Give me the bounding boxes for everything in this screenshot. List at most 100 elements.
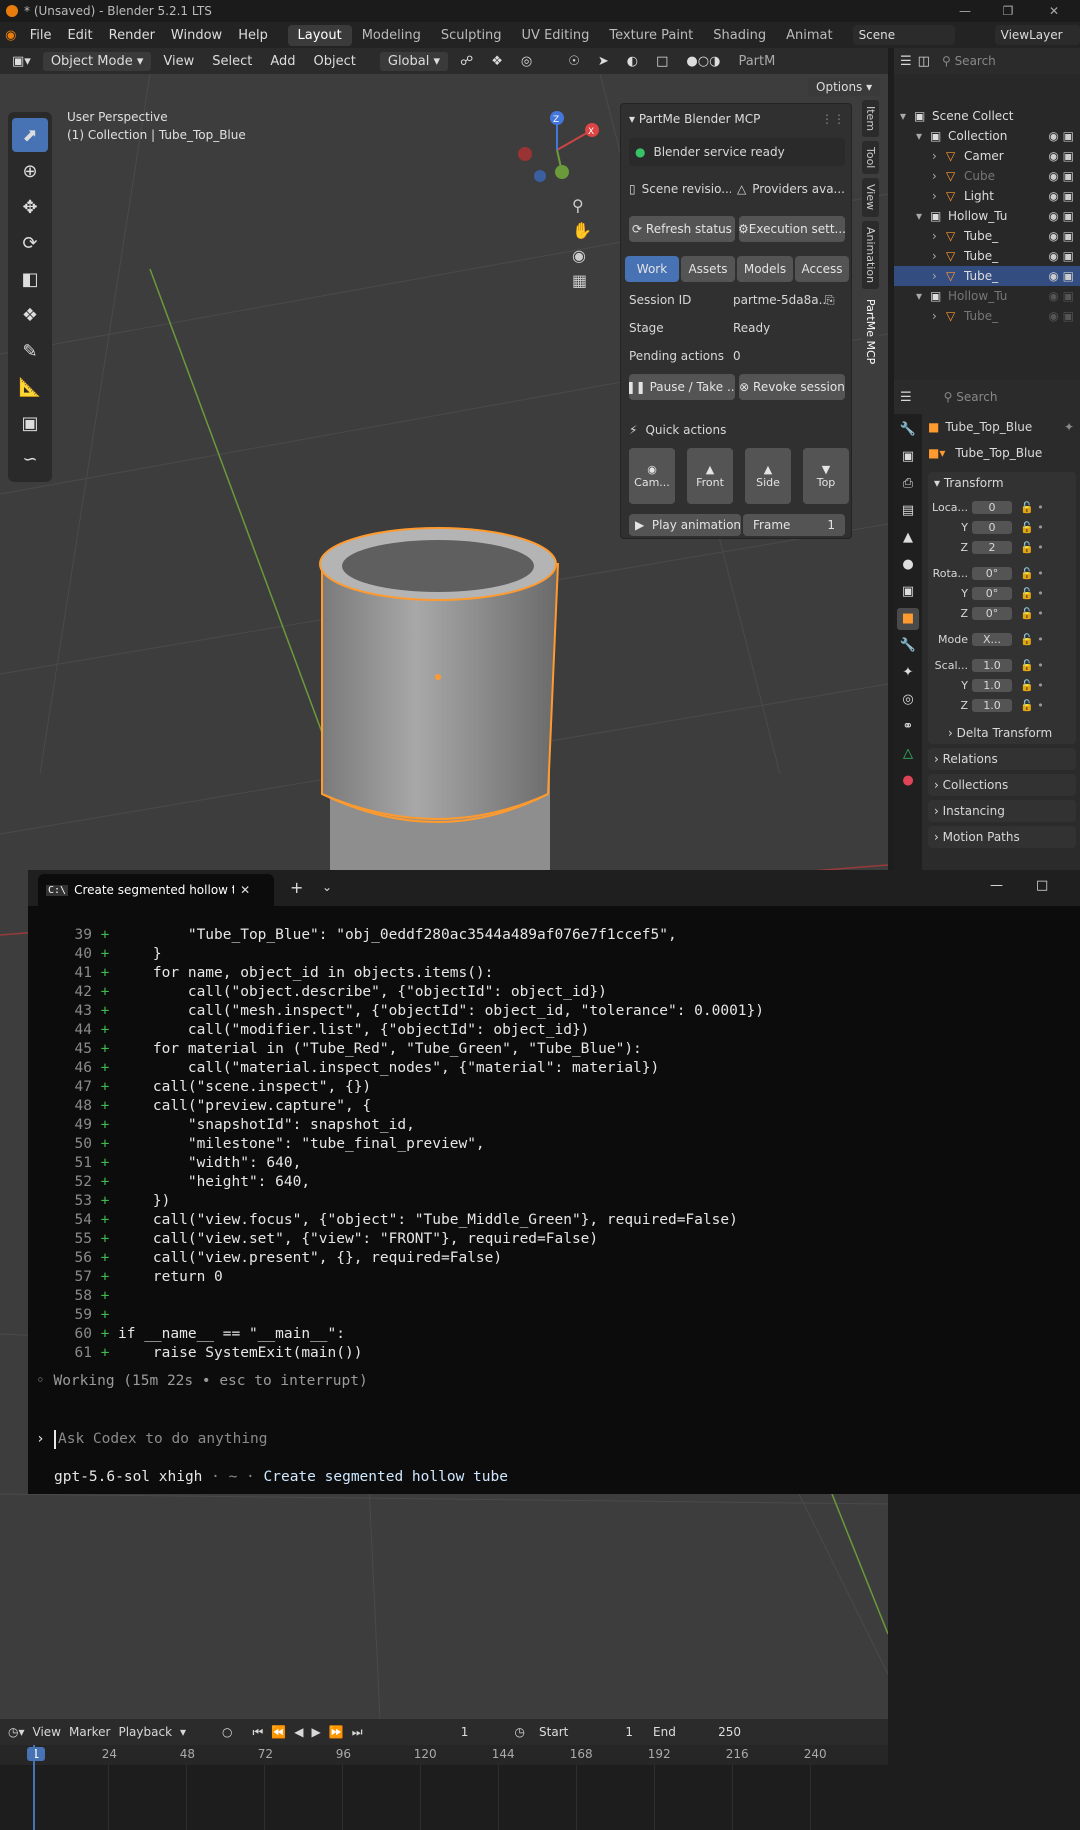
new-tab-icon[interactable]: + <box>290 878 303 897</box>
rotate-tool-icon[interactable]: ⟳ <box>12 226 48 260</box>
expand-arrow-icon[interactable]: › <box>932 169 946 183</box>
expand-arrow-icon[interactable]: › <box>932 149 946 163</box>
modifier-props-icon[interactable]: 🔧 <box>897 635 919 657</box>
transform-value-field[interactable]: 1.0 <box>972 658 1012 672</box>
lock-icon[interactable]: 🔓 • <box>1020 679 1044 692</box>
close-icon[interactable]: ✕ <box>1034 0 1074 22</box>
workspace-tab-layout[interactable]: Layout <box>287 24 352 46</box>
blender-menu-icon[interactable]: ◉ <box>0 28 22 43</box>
terminal-tab-title[interactable]: Create segmented hollow t <box>74 883 234 897</box>
restore-icon[interactable]: ❐ <box>988 0 1028 22</box>
shading-solid-icon[interactable]: ●○◑ <box>680 52 726 71</box>
tab-dropdown-icon[interactable]: ⌄ <box>322 880 332 894</box>
expand-arrow-icon[interactable]: › <box>932 269 946 283</box>
tab-work[interactable]: Work <box>625 256 679 282</box>
constraints-props-icon[interactable]: ⚭ <box>897 716 919 738</box>
object-menu[interactable]: Object <box>308 52 362 71</box>
camera-view-button[interactable]: ◉ Cam... <box>629 448 675 504</box>
pivot-icon[interactable]: ☍ <box>454 52 479 71</box>
properties-section-header[interactable]: › Relations <box>928 748 1076 770</box>
current-frame-field[interactable]: 1 <box>426 1722 503 1742</box>
outliner-row[interactable]: › ▽ Camer ◉ ▣ <box>894 146 1080 166</box>
tool-props-icon[interactable]: 🔧 <box>897 419 919 441</box>
transform-value-field[interactable]: 0 <box>972 500 1012 514</box>
outliner-row[interactable]: ▾ ▣ Collection ◉ ▣ <box>894 126 1080 146</box>
lock-icon[interactable]: 🔓 • <box>1020 541 1044 554</box>
menu-edit[interactable]: Edit <box>59 28 100 43</box>
lock-icon[interactable]: 🔓 • <box>1020 501 1044 514</box>
overlay-toggle-icon[interactable]: ◐ <box>621 52 644 71</box>
menu-help[interactable]: Help <box>230 28 276 43</box>
measure-tool-icon[interactable]: 📐 <box>12 370 48 404</box>
terminal-tab-close-icon[interactable]: ✕ <box>240 883 250 897</box>
terminal-maximize-icon[interactable]: □ <box>1036 878 1048 893</box>
tab-partme-mcp[interactable]: PartMe MCP <box>862 292 879 370</box>
visibility-eye-icon[interactable]: ◉ ▣ <box>1048 189 1074 203</box>
zoom-icon[interactable]: ⚲ <box>572 196 592 215</box>
select-box-tool-icon[interactable]: ⬈ <box>12 118 48 152</box>
object-name-field[interactable]: Tube_Top_Blue <box>949 443 1072 463</box>
scale-tool-icon[interactable]: ◧ <box>12 262 48 296</box>
navigation-gizmo[interactable]: X Z <box>512 110 602 190</box>
workspace-tab-animation[interactable]: Animat <box>776 25 842 46</box>
timeline-playback-menu[interactable]: Playback <box>118 1725 172 1739</box>
visibility-icon[interactable]: ☉ <box>562 52 586 71</box>
timeline-view-menu[interactable]: View <box>33 1725 61 1739</box>
visibility-eye-icon[interactable]: ◉ ▣ <box>1048 289 1074 303</box>
grid-ortho-icon[interactable]: ▦ <box>572 271 592 290</box>
delta-transform-header[interactable]: › Delta Transform <box>948 726 1052 740</box>
outliner-row[interactable]: › ▽ Tube_ ◉ ▣ <box>894 226 1080 246</box>
jump-end-icon[interactable]: ⏭ <box>352 1725 363 1740</box>
play-reverse-icon[interactable]: ◀ <box>294 1725 303 1739</box>
data-props-icon[interactable]: △ <box>897 743 919 765</box>
outliner-search-input[interactable]: ⚲ Search <box>935 51 1046 71</box>
menu-window[interactable]: Window <box>163 28 230 43</box>
panel-drag-handle-icon[interactable]: ⋮⋮ <box>821 112 845 126</box>
world-props-icon[interactable]: ● <box>897 554 919 576</box>
prev-key-icon[interactable]: ⏪ <box>271 1725 286 1739</box>
visibility-eye-icon[interactable]: ◉ ▣ <box>1048 229 1074 243</box>
tab-models[interactable]: Models <box>737 256 793 282</box>
scene-props-icon[interactable]: ▲ <box>897 527 919 549</box>
lock-icon[interactable]: 🔓 • <box>1020 633 1044 646</box>
terminal-content[interactable]: 39 + "Tube_Top_Blue": "obj_0eddf280ac3544… <box>28 906 1080 1494</box>
visibility-eye-icon[interactable]: ◉ ▣ <box>1048 209 1074 223</box>
lock-icon[interactable]: 🔓 • <box>1020 699 1044 712</box>
play-animation-button[interactable]: ▶ Play animation <box>629 514 741 536</box>
tube-object[interactable] <box>319 527 560 914</box>
particles-props-icon[interactable]: ✦ <box>897 662 919 684</box>
lock-icon[interactable]: 🔓 • <box>1020 659 1044 672</box>
workspace-tab-sculpting[interactable]: Sculpting <box>431 25 512 46</box>
timeline-area[interactable]: 1 24 48 72 96 120 144 168 192 216 240 <box>0 1745 888 1830</box>
jump-start-icon[interactable]: ⏮ <box>253 1725 264 1740</box>
tab-view[interactable]: View <box>862 178 879 217</box>
execution-settings-button[interactable]: ⚙ Execution sett... <box>739 216 845 242</box>
options-dropdown[interactable]: Options ▾ <box>808 78 881 96</box>
tab-item[interactable]: Item <box>862 100 879 138</box>
annotate-tool-icon[interactable]: ✎ <box>12 334 48 368</box>
expand-arrow-icon[interactable]: › <box>932 189 946 203</box>
pause-take-button[interactable]: ❚❚ Pause / Take ... <box>629 374 735 400</box>
expand-arrow-icon[interactable]: ▾ <box>916 129 930 143</box>
revoke-session-button[interactable]: ⊗ Revoke session <box>739 374 845 400</box>
expand-arrow-icon[interactable]: ▾ <box>900 109 914 123</box>
workspace-tab-modeling[interactable]: Modeling <box>352 25 431 46</box>
visibility-eye-icon[interactable]: ◉ ▣ <box>1048 309 1074 323</box>
pan-hand-icon[interactable]: ✋ <box>572 221 592 240</box>
visibility-eye-icon[interactable]: ◉ ▣ <box>1048 269 1074 283</box>
play-forward-icon[interactable]: ▶ <box>312 1725 321 1739</box>
visibility-eye-icon[interactable]: ◉ ▣ <box>1048 169 1074 183</box>
outliner-row[interactable]: ▾ ▣ Hollow_Tu ◉ ▣ <box>894 206 1080 226</box>
workspace-tab-texture-paint[interactable]: Texture Paint <box>599 25 703 46</box>
workspace-tab-shading[interactable]: Shading <box>703 25 776 46</box>
partme-header-tab[interactable]: PartM <box>732 52 781 71</box>
outliner-row[interactable]: ▾ ▣ Hollow_Tu ◉ ▣ <box>894 286 1080 306</box>
move-tool-icon[interactable]: ✥ <box>12 190 48 224</box>
minimize-icon[interactable]: — <box>945 0 985 22</box>
tab-animation[interactable]: Animation <box>862 220 879 289</box>
properties-section-header[interactable]: › Instancing <box>928 800 1076 822</box>
front-view-button[interactable]: ▲ Front <box>687 448 733 504</box>
timeline-editor-icon[interactable]: ◷▾ <box>8 1725 25 1739</box>
orientation-dropdown[interactable]: Global ▾ <box>379 51 449 71</box>
visibility-eye-icon[interactable]: ◉ ▣ <box>1048 249 1074 263</box>
